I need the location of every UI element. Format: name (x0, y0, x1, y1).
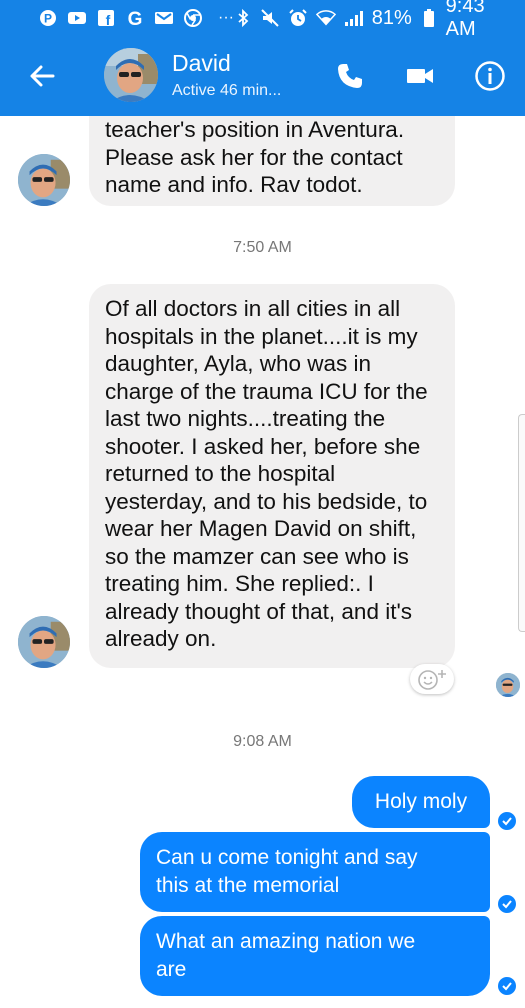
facebook-icon: f (96, 8, 116, 28)
info-button[interactable] (470, 56, 510, 96)
message-line: last two nights....treating the (105, 406, 386, 431)
svg-text:P: P (44, 12, 52, 26)
message-line: name and info. Rav todot. (105, 172, 363, 197)
alarm-icon (288, 8, 308, 28)
incoming-message[interactable]: Of all doctors in all cities in all hosp… (89, 284, 455, 668)
message-line: shooter. I asked her, before she (105, 433, 421, 459)
add-reaction-button[interactable] (410, 664, 454, 694)
status-bar: P f G ··· 81% 9:43 AM (0, 0, 525, 40)
sender-avatar[interactable] (18, 154, 70, 206)
message-line: hospitals in the planet....it is my (105, 323, 418, 349)
battery-icon (420, 8, 438, 28)
message-line: charge of the trauma ICU for the (105, 378, 428, 404)
conversation-header: David Active 46 min... (0, 36, 525, 116)
bluetooth-icon (234, 8, 252, 28)
outgoing-message[interactable]: Can u come tonight and say this at the m… (140, 832, 490, 912)
smiley-plus-icon (418, 670, 446, 690)
delivered-check-icon (498, 977, 516, 995)
back-arrow-icon (30, 65, 55, 87)
message-line: Please ask her for the contact (105, 144, 403, 170)
outgoing-message[interactable]: What an amazing nation we are (140, 916, 490, 996)
message-line: so the mamzer can see who is (105, 543, 409, 569)
signal-icon (344, 8, 364, 28)
sender-avatar[interactable] (18, 616, 70, 668)
pinterest-icon: P (38, 8, 58, 28)
gmail-icon (154, 8, 174, 28)
message-line: this at the memorial (156, 874, 340, 897)
youtube-icon (67, 8, 87, 28)
google-icon: G (125, 8, 145, 28)
wifi-icon (315, 8, 336, 28)
message-line: yesterday, and to his bedside, to (105, 488, 428, 514)
mute-icon (260, 8, 280, 28)
chrome-icon (183, 8, 203, 28)
message-line: returned to the hospital (105, 461, 336, 486)
back-button[interactable] (26, 60, 58, 92)
timestamp: 9:08 AM (233, 733, 292, 750)
video-icon (407, 69, 433, 83)
delivered-check-icon (498, 812, 516, 830)
timestamp: 7:50 AM (233, 239, 292, 256)
info-icon (475, 61, 505, 91)
more-notifications: ··· (218, 9, 234, 26)
incoming-message[interactable]: teacher's position in Aventura. Please a… (89, 116, 455, 206)
system-status: 81% 9:43 AM (234, 0, 511, 41)
message-line: are (156, 958, 187, 981)
svg-text:G: G (128, 9, 143, 28)
scrollbar-thumb[interactable] (518, 414, 525, 632)
message-line: teacher's position in Aventura. (105, 117, 405, 142)
contact-avatar[interactable] (104, 48, 158, 102)
seen-by-avatar (496, 673, 520, 697)
outgoing-message[interactable]: Holy moly (352, 776, 490, 828)
active-status: Active 46 min... (172, 82, 282, 99)
message-line: What an amazing nation we (156, 930, 416, 953)
message-list[interactable]: teacher's position in Aventura. Please a… (0, 116, 525, 1008)
phone-icon (338, 64, 362, 88)
message-line: treating him. She replied:. I (105, 571, 374, 596)
voice-call-button[interactable] (330, 56, 370, 96)
clock: 9:43 AM (445, 0, 485, 40)
svg-text:f: f (106, 12, 111, 27)
message-line: already thought of that, and it's (105, 598, 413, 624)
message-line: already on. (105, 626, 217, 651)
notification-icons: P f G ··· (38, 8, 234, 28)
message-line: daughter, Ayla, who was in (105, 351, 372, 376)
message-line: wear her Magen David on shift, (105, 516, 417, 541)
message-line: Can u come tonight and say (156, 846, 418, 869)
message-line: Of all doctors in all cities in all (105, 296, 401, 321)
delivered-check-icon (498, 895, 516, 913)
message-line: Holy moly (374, 790, 468, 813)
contact-name: David (172, 50, 231, 76)
battery-percent: 81% (371, 6, 412, 29)
video-call-button[interactable] (400, 56, 440, 96)
